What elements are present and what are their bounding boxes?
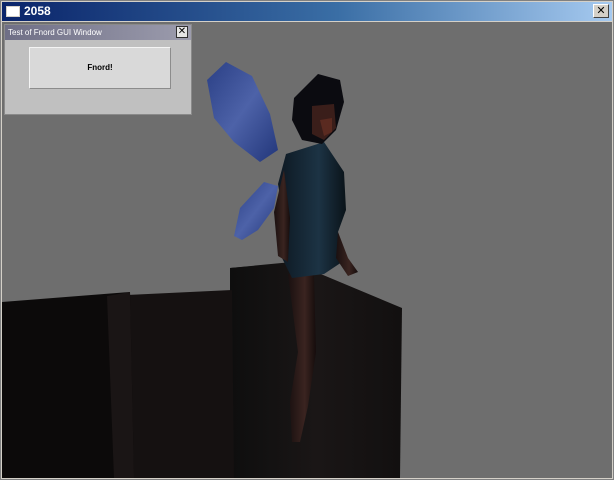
app-title: 2058 bbox=[24, 4, 51, 18]
app-window-icon bbox=[6, 6, 20, 17]
close-icon: ✕ bbox=[177, 26, 187, 37]
close-icon: ✕ bbox=[596, 4, 606, 17]
gui-window-close-button[interactable]: ✕ bbox=[176, 26, 188, 38]
render-viewport[interactable]: Test of Fnord GUI Window ✕ Fnord! bbox=[2, 22, 612, 478]
app-close-button[interactable]: ✕ bbox=[593, 4, 609, 18]
gui-window-titlebar[interactable]: Test of Fnord GUI Window ✕ bbox=[5, 25, 191, 40]
gui-window-title: Test of Fnord GUI Window bbox=[8, 28, 102, 37]
fairy-wings bbox=[207, 62, 278, 240]
app-titlebar[interactable]: 2058 ✕ bbox=[2, 2, 612, 21]
app-window: 2058 ✕ Test of Fnord GUI Window ✕ Fnord! bbox=[0, 0, 614, 480]
gui-window[interactable]: Test of Fnord GUI Window ✕ Fnord! bbox=[4, 24, 192, 115]
dark-blocks bbox=[2, 262, 402, 478]
fnord-button[interactable]: Fnord! bbox=[29, 47, 171, 89]
